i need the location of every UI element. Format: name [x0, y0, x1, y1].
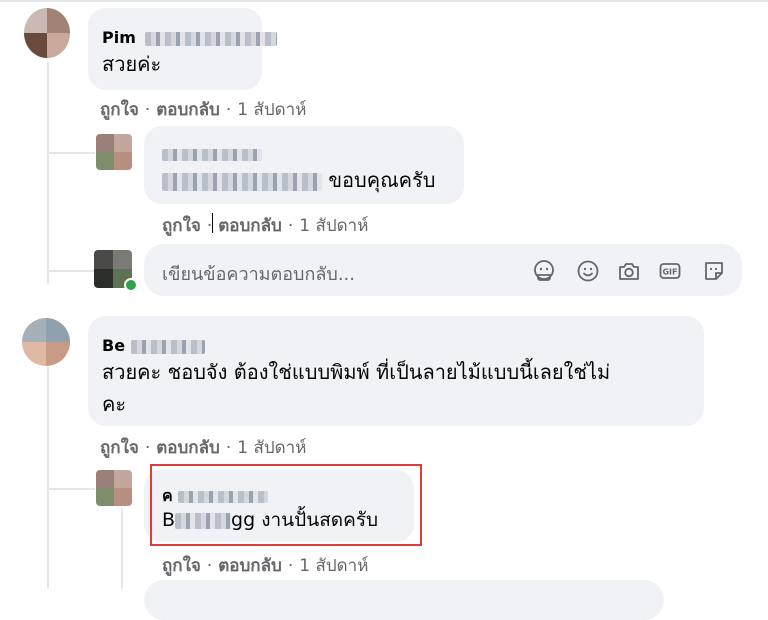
comment-actions: ถูกใจ · ตอบกลับ · 1 สัปดาห์: [100, 434, 306, 461]
gif-icon[interactable]: GIF: [658, 259, 682, 283]
comment-text: ขอบคุณครับ: [162, 166, 436, 195]
separator: ·: [225, 100, 232, 120]
text-cursor: [212, 213, 213, 233]
thread-line: [121, 508, 123, 589]
separator: ·: [144, 438, 151, 458]
thread-branch: [47, 488, 95, 490]
separator: ·: [287, 556, 294, 576]
timestamp[interactable]: 1 สัปดาห์: [299, 556, 368, 576]
svg-text:GIF: GIF: [662, 268, 677, 277]
comment-author[interactable]: [162, 144, 262, 163]
reply-link[interactable]: ตอบกลับ: [218, 216, 282, 236]
comment-author[interactable]: Pim: [102, 28, 278, 47]
online-status-dot: [124, 278, 138, 292]
timestamp[interactable]: 1 สัปดาห์: [299, 216, 368, 236]
redacted-name: [130, 339, 205, 354]
comment-actions: ถูกใจ · ตอบกลับ · 1 สัปดาห์: [162, 212, 368, 239]
comment-actions: ถูกใจ · ตอบกลับ · 1 สัปดาห์: [100, 96, 306, 123]
reply-input[interactable]: [144, 580, 664, 620]
separator: ·: [206, 556, 213, 576]
comment-text: สวยค่ะ: [102, 52, 162, 76]
thread-line: [47, 366, 49, 589]
thread-branch: [47, 152, 95, 154]
reply-link[interactable]: ตอบกลับ: [218, 556, 282, 576]
thread-branch: [47, 270, 95, 272]
avatar-sticker-icon[interactable]: [532, 259, 556, 283]
comment-text-line: สวยคะ ชอบจัง ต้องใช่แบบพิมพ์ ที่เป็นลายไ…: [102, 360, 611, 384]
avatar[interactable]: [22, 318, 70, 366]
comment-actions: ถูกใจ · ตอบกลับ · 1 สัปดาห์: [162, 552, 368, 579]
reply-link[interactable]: ตอบกลับ: [156, 100, 220, 120]
timestamp[interactable]: 1 สัปดาห์: [237, 100, 306, 120]
emoji-icon[interactable]: [576, 259, 600, 283]
timestamp[interactable]: 1 สัปดาห์: [237, 438, 306, 458]
avatar[interactable]: [96, 134, 132, 170]
reply-link[interactable]: ตอบกลับ: [156, 438, 220, 458]
reply-placeholder: เขียนข้อความตอบกลับ...: [162, 264, 355, 285]
sticker-icon[interactable]: [702, 259, 726, 283]
camera-icon[interactable]: [617, 259, 641, 283]
author-name[interactable]: Be: [102, 336, 125, 355]
like-link[interactable]: ถูกใจ: [100, 438, 139, 458]
avatar[interactable]: [96, 470, 132, 506]
thread-line: [47, 62, 49, 284]
redacted-name: [145, 31, 278, 46]
avatar[interactable]: [24, 8, 70, 58]
comment-text-content: ขอบคุณครับ: [328, 168, 436, 192]
separator: ·: [225, 438, 232, 458]
like-link[interactable]: ถูกใจ: [162, 216, 201, 236]
like-link[interactable]: ถูกใจ: [100, 100, 139, 120]
top-divider: [0, 0, 768, 2]
separator: ·: [144, 100, 151, 120]
separator: ·: [287, 216, 294, 236]
highlight-box: [150, 464, 422, 546]
like-link[interactable]: ถูกใจ: [162, 556, 201, 576]
author-name[interactable]: Pim: [102, 28, 136, 47]
redacted-mention[interactable]: [162, 172, 322, 191]
redacted-name: [162, 148, 262, 161]
comment-text-line: คะ: [102, 392, 127, 416]
comment-author[interactable]: Be: [102, 336, 205, 355]
